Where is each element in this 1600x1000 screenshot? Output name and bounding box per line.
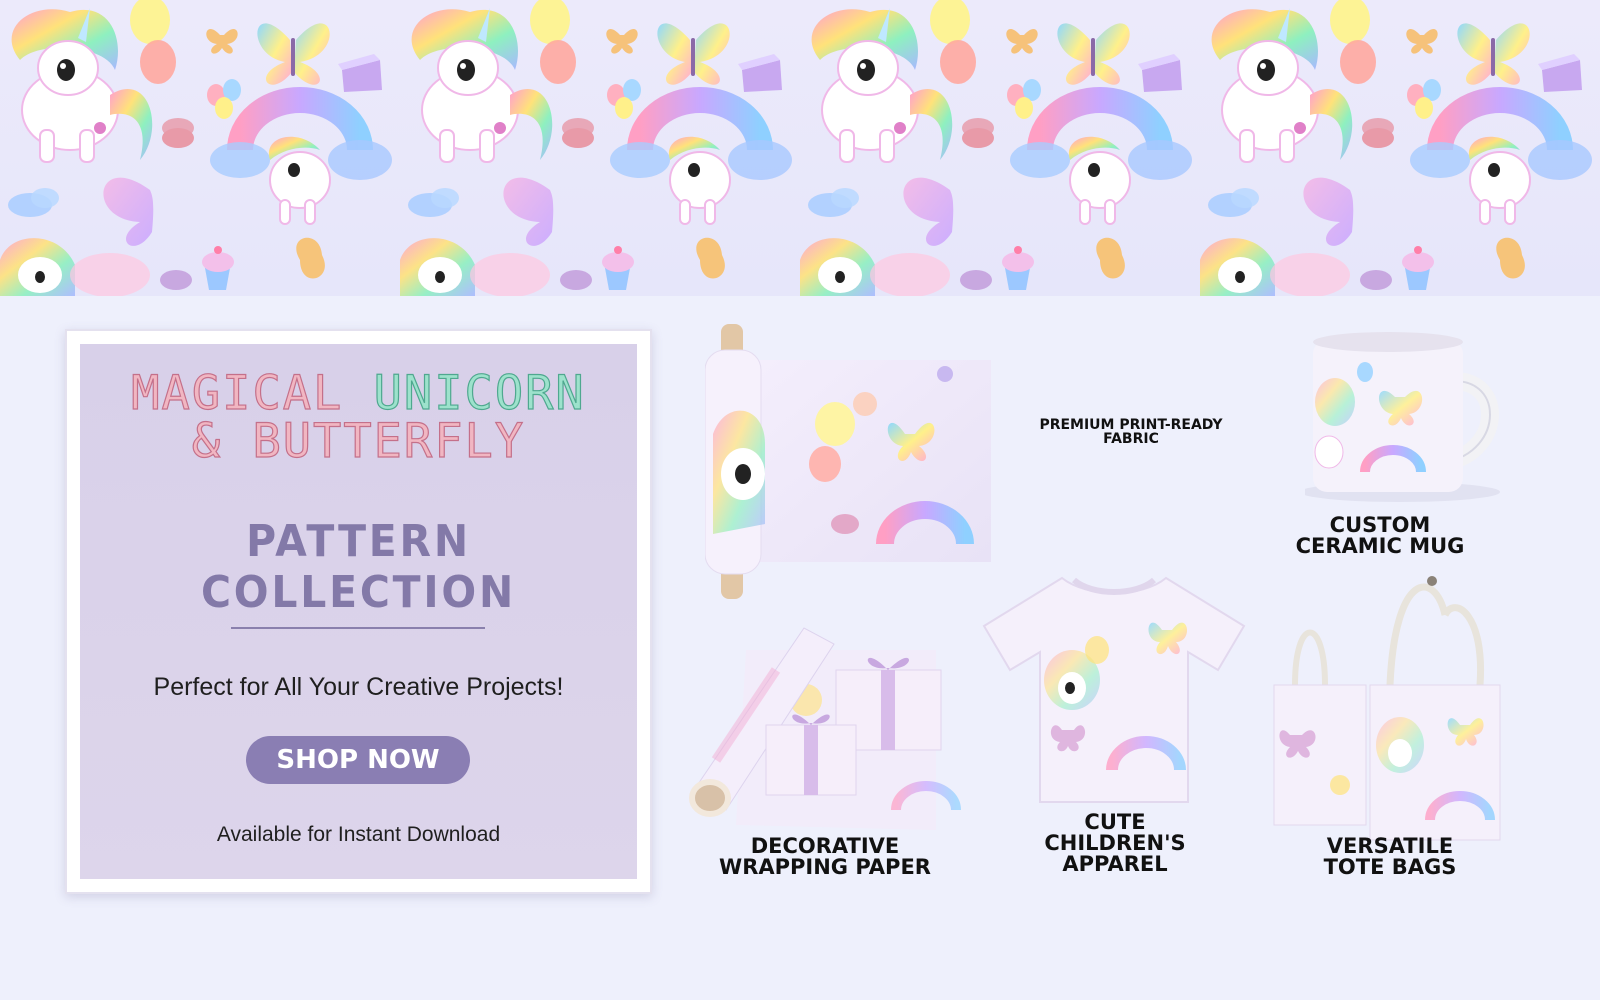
fabric-label-line-2: FABRIC <box>1103 431 1159 447</box>
apparel-label-line-3: APPAREL <box>1062 852 1168 876</box>
tshirt-mockup <box>982 570 1246 805</box>
fabric-roll-mockup <box>705 324 995 599</box>
collection-title-line-1: MAGICAL UNICORN <box>80 365 637 421</box>
promo-card-panel: MAGICAL UNICORN & BUTTERFLY PATTERN COLL… <box>80 344 637 879</box>
wrapping-label-line-2: WRAPPING PAPER <box>719 855 931 879</box>
tote-bags-mockup <box>1270 575 1520 845</box>
apparel-label-line-2: CHILDREN'S <box>1044 831 1186 855</box>
wrapping-paper-mockup <box>686 620 996 830</box>
promo-card: MAGICAL UNICORN & BUTTERFLY PATTERN COLL… <box>65 329 652 894</box>
fabric-label: PREMIUM PRINT-READY FABRIC <box>1016 418 1246 446</box>
mug-label-line-2: CERAMIC MUG <box>1295 534 1465 558</box>
title-word-unicorn: UNICORN <box>373 365 586 421</box>
title-word-magical: MAGICAL <box>131 365 344 421</box>
tagline: Perfect for All Your Creative Projects! <box>153 673 564 701</box>
mug-label: CUSTOM CERAMIC MUG <box>1285 515 1475 557</box>
fabric-label-line-1: PREMIUM PRINT-READY <box>1039 417 1223 433</box>
apparel-label: CUTE CHILDREN'S APPAREL <box>1020 812 1210 875</box>
wrapping-label: DECORATIVE WRAPPING PAPER <box>710 836 940 878</box>
tote-label: VERSATILE TOTE BAGS <box>1295 836 1485 878</box>
wrapping-label-line-1: DECORATIVE <box>750 834 900 858</box>
mug-mockup <box>1305 332 1530 507</box>
tote-label-line-2: TOTE BAGS <box>1323 855 1457 879</box>
collection-subtitle: PATTERN COLLECTION <box>200 516 517 618</box>
pattern-banner <box>0 0 1600 296</box>
mug-label-line-1: CUSTOM <box>1329 513 1431 537</box>
apparel-label-line-1: CUTE <box>1084 810 1146 834</box>
shop-now-button[interactable]: SHOP NOW <box>246 736 470 784</box>
collection-title-line-2: & BUTTERFLY <box>191 413 526 469</box>
pattern-artwork <box>0 0 1600 296</box>
download-note: Available for Instant Download <box>216 823 501 846</box>
tote-label-line-1: VERSATILE <box>1326 834 1454 858</box>
divider <box>231 627 485 629</box>
